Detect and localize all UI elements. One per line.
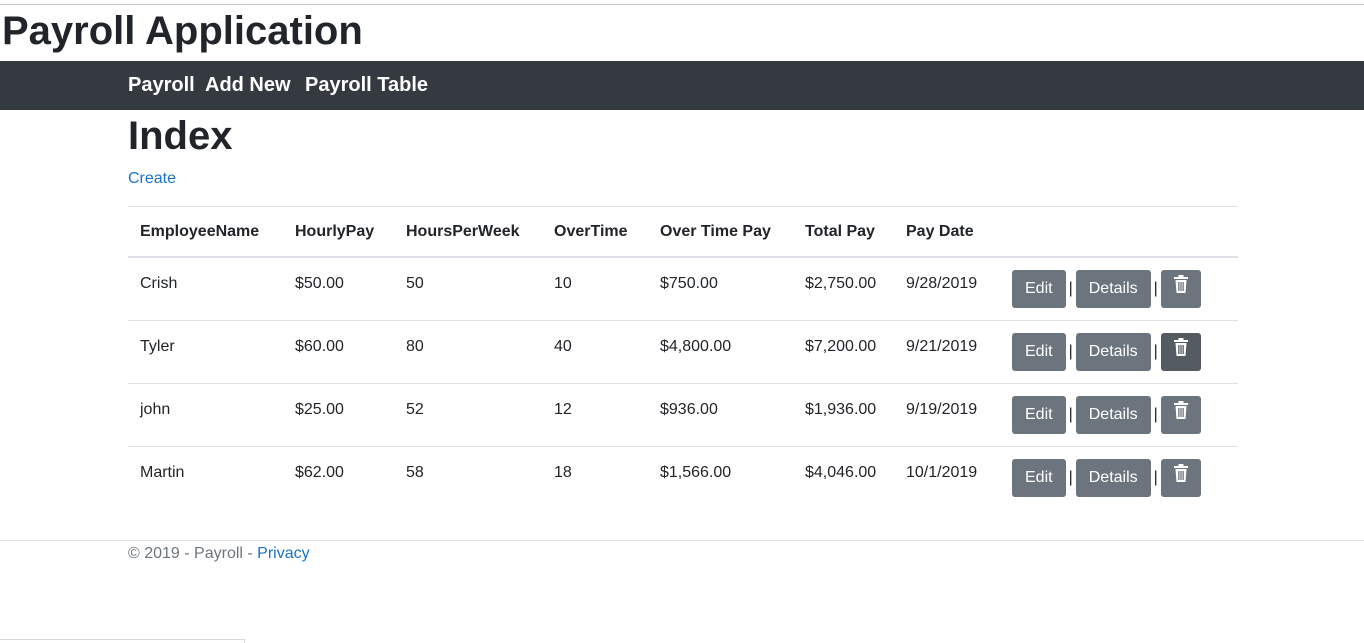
cell-employee-name: Tyler [128,320,283,384]
nav-item-payroll[interactable]: Payroll [128,61,195,110]
cell-overtime-pay: $936.00 [648,383,793,447]
cell-actions: Edit | Details | [1000,446,1238,509]
action-separator: | [1153,405,1158,423]
cell-overtime: 18 [554,463,572,481]
cell-total-pay: $4,046.00 [805,463,877,481]
cell-hours-per-week: 52 [394,383,542,447]
column-header-pay-date: Pay Date [894,206,1000,258]
action-separator: | [1153,468,1158,486]
cell-actions: Edit | Details | [1000,320,1238,384]
column-header-employee-name: EmployeeName [128,206,283,258]
footer: © 2019 - Payroll - Privacy [128,544,310,564]
app-title: Payroll Application [2,9,363,53]
edit-button[interactable]: Edit [1012,332,1066,371]
details-button[interactable]: Details [1075,270,1151,308]
cell-actions: Edit | Details | [1000,257,1238,321]
cell-hours-per-week: 80 [394,320,542,384]
edit-button[interactable]: Edit [1012,270,1066,308]
details-button[interactable]: Details [1075,395,1151,434]
cell-total-pay: $2,750.00 [793,257,894,321]
delete-button[interactable] [1160,270,1201,308]
action-separator: | [1068,405,1073,423]
table-header-row: EmployeeName HourlyPay HoursPerWeek Over… [128,206,1238,258]
table-row: john $25.00 52 12 $936.00 $1,936.00 9/19… [128,383,1238,447]
cell-pay-date: 9/21/2019 [894,320,1000,384]
column-header-hours-per-week: HoursPerWeek [394,206,542,258]
cell-total-pay: $7,200.00 [793,320,894,384]
trash-icon [1173,400,1188,419]
trash-icon [1173,275,1188,293]
cell-hours-per-week: 58 [406,463,424,481]
table-row: Martin $62.00 58 18 $1,566.00 $4,046.00 … [128,446,1238,509]
cell-employee-name: john [128,383,283,447]
column-header-actions [1000,206,1238,258]
action-separator: | [1153,342,1158,360]
cell-pay-date: 9/28/2019 [894,257,1000,321]
cell-employee-name: Crish [128,257,283,321]
cell-total-pay: $1,936.00 [793,383,894,447]
footer-copyright: © 2019 - Payroll - [128,545,258,562]
footer-divider [0,540,1364,541]
edit-button[interactable]: Edit [1012,458,1066,497]
cell-overtime-pay: $1,566.00 [660,463,732,481]
column-header-hourly-pay: HourlyPay [283,206,394,258]
page-title: Index [128,114,233,158]
privacy-link[interactable]: Privacy [257,545,309,562]
nav-item-add-new[interactable]: Add New [205,61,291,110]
cell-overtime-pay: $750.00 [648,257,793,321]
cell-pay-date: 10/1/2019 [906,463,978,481]
action-separator: | [1068,468,1073,486]
delete-button[interactable] [1160,332,1201,371]
top-divider [0,4,1364,5]
create-link[interactable]: Create [128,169,176,189]
column-header-overtime-pay: Over Time Pay [648,206,793,258]
column-header-total-pay: Total Pay [793,206,894,258]
payroll-table: EmployeeName HourlyPay HoursPerWeek Over… [128,206,1238,509]
cell-overtime-pay: $4,800.00 [648,320,793,384]
column-header-overtime: OverTime [542,206,648,258]
cell-employee-name: Martin [140,463,185,481]
cell-hourly-pay: $60.00 [283,320,394,384]
nav-item-payroll-table[interactable]: Payroll Table [305,61,428,110]
table-row: Tyler $60.00 80 40 $4,800.00 $7,200.00 9… [128,320,1238,384]
trash-icon [1173,463,1188,482]
cell-pay-date: 9/19/2019 [894,383,1000,447]
cell-actions: Edit | Details | [1000,383,1238,447]
cell-overtime: 12 [542,383,648,447]
status-bar-stub [0,639,245,643]
details-button[interactable]: Details [1075,332,1151,371]
action-separator: | [1068,342,1073,360]
table-row: Crish $50.00 50 10 $750.00 $2,750.00 9/2… [128,257,1238,321]
cell-hourly-pay: $50.00 [283,257,394,321]
edit-button[interactable]: Edit [1012,395,1066,434]
cell-hourly-pay: $62.00 [295,463,344,481]
cell-overtime: 40 [542,320,648,384]
cell-hours-per-week: 50 [394,257,542,321]
cell-overtime: 10 [542,257,648,321]
navbar: Payroll Add New Payroll Table [0,61,1364,110]
action-separator: | [1153,280,1158,297]
delete-button[interactable] [1160,395,1201,434]
trash-icon [1173,337,1188,356]
action-separator: | [1068,280,1073,297]
details-button[interactable]: Details [1075,458,1151,497]
cell-hourly-pay: $25.00 [283,383,394,447]
delete-button[interactable] [1160,458,1201,497]
